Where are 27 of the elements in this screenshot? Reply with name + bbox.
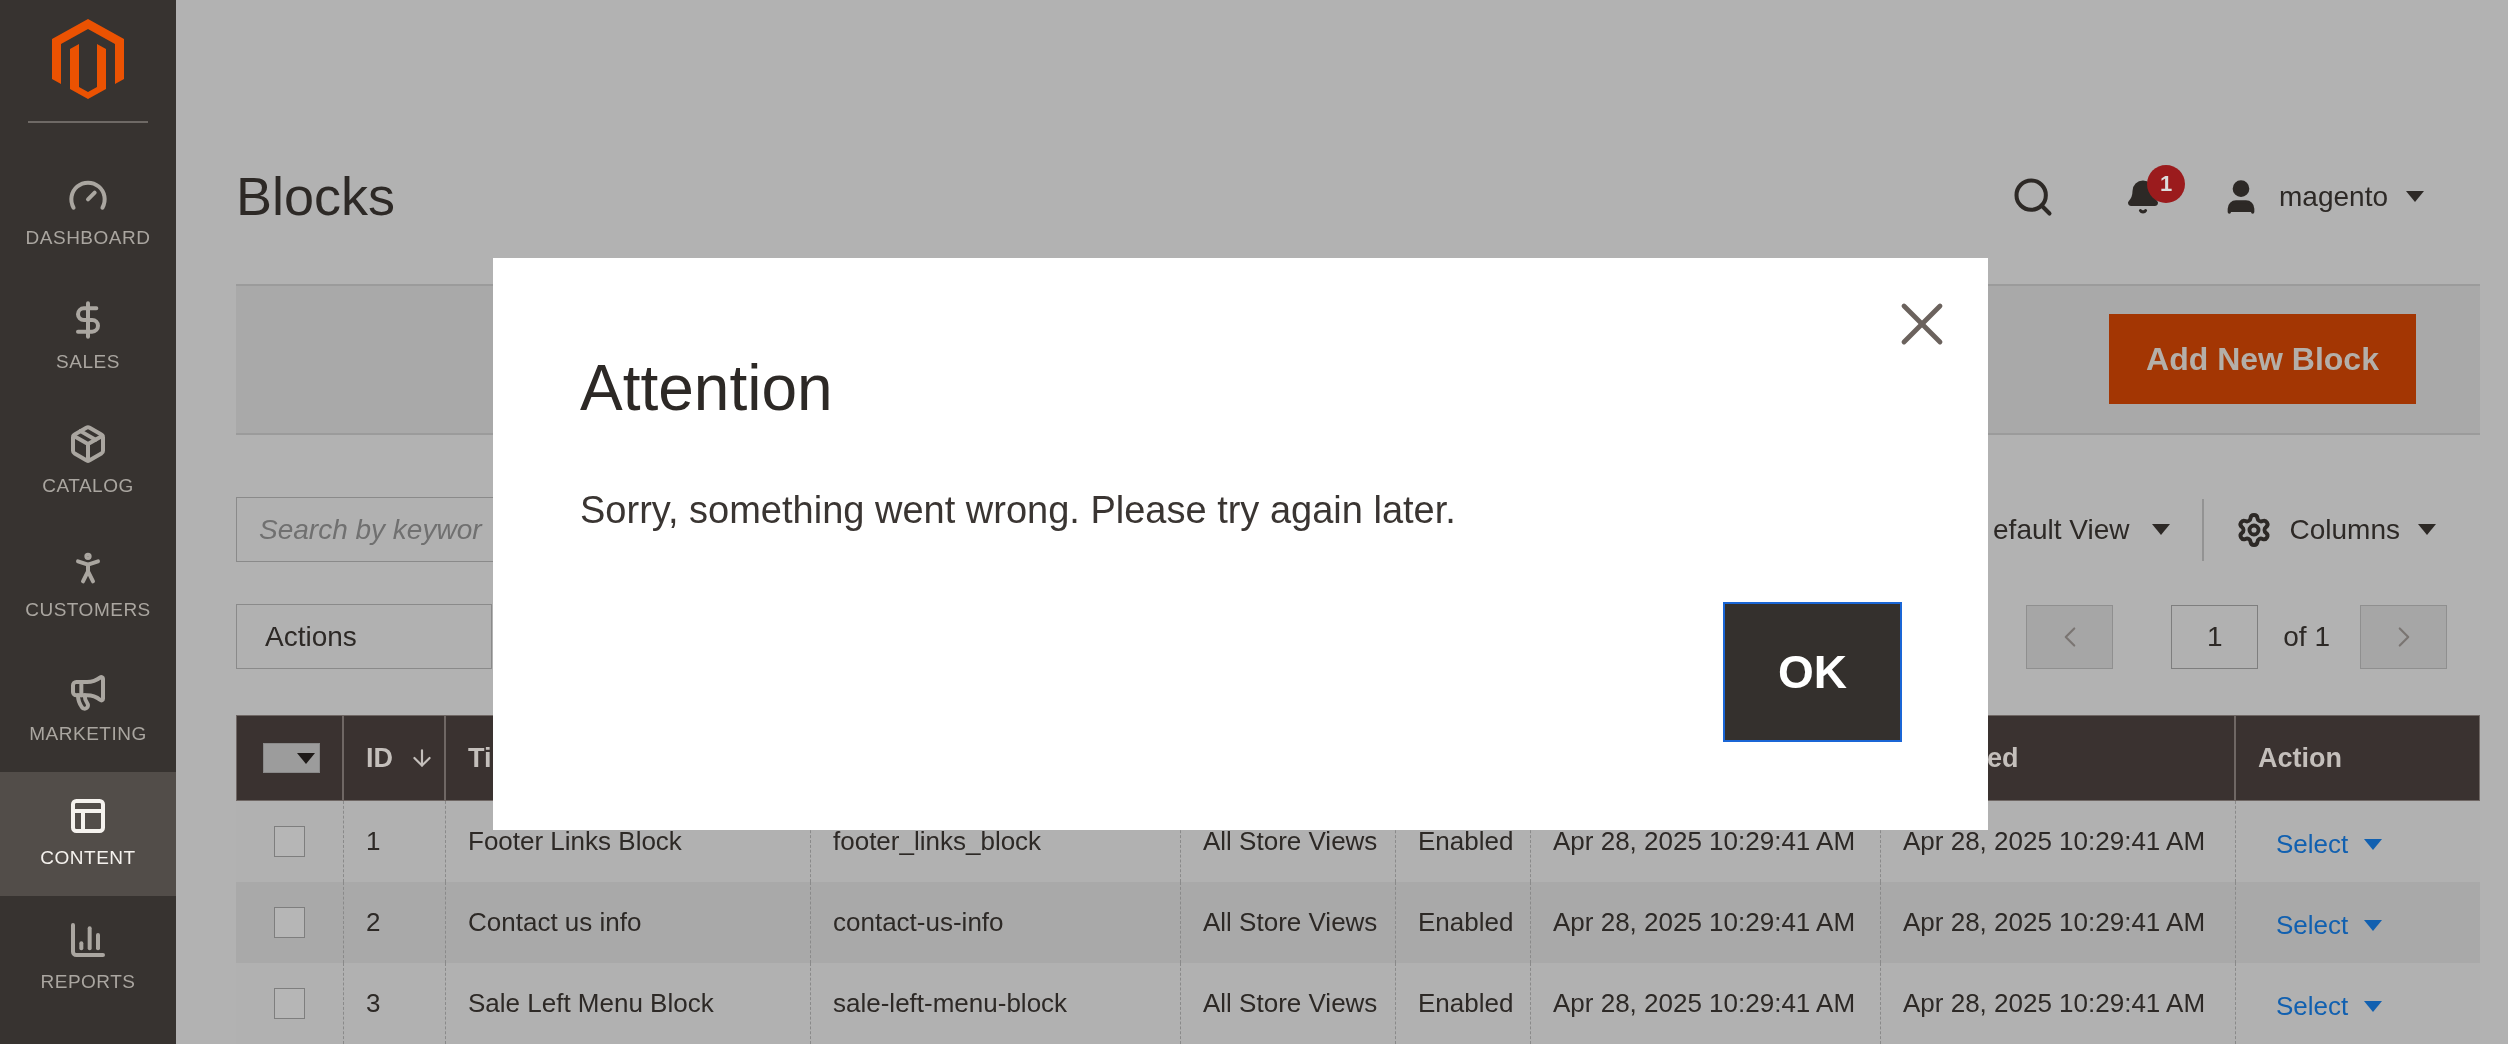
table-cell-text: Apr 28, 2025 10:29:41 AM bbox=[1553, 825, 1856, 858]
table-cell-text: Enabled bbox=[1418, 906, 1514, 939]
table-cell-text: All Store Views bbox=[1203, 987, 1378, 1020]
table-cell-text: All Store Views bbox=[1203, 825, 1378, 858]
table-cell-text: Apr 28, 2025 10:29:41 AM bbox=[1553, 987, 1856, 1020]
table-cell-text: contact-us-info bbox=[833, 906, 1004, 939]
table-cell-text: Enabled bbox=[1418, 987, 1514, 1020]
table-cell-text: Apr 28, 2025 10:29:41 AM bbox=[1903, 906, 2206, 939]
table-cell-text: Enabled bbox=[1418, 825, 1514, 858]
table-cell-text: sale-left-menu-block bbox=[833, 987, 1068, 1020]
table-cell-text: Footer Links Block bbox=[468, 825, 682, 858]
notification-count: 1 bbox=[2147, 164, 2186, 203]
table-cell-text: Apr 28, 2025 10:29:41 AM bbox=[1553, 906, 1856, 939]
modal-title: Attention bbox=[580, 356, 834, 420]
page-total: of 1 bbox=[2283, 619, 2330, 654]
table-cell-text: 3 bbox=[366, 987, 381, 1020]
table-cell-text: 1 bbox=[366, 825, 381, 858]
table-cell-text: Contact us info bbox=[468, 906, 642, 939]
table-cell-text: Apr 28, 2025 10:29:41 AM bbox=[1903, 825, 2206, 858]
action-column-header: Action bbox=[2258, 741, 2342, 775]
table-cell-text: All Store Views bbox=[1203, 906, 1378, 939]
table-cell-text: footer_links_block bbox=[833, 825, 1042, 858]
page-title: Blocks bbox=[236, 165, 396, 229]
table-cell-text: 2 bbox=[366, 906, 381, 939]
table-cell-text: Apr 28, 2025 10:29:41 AM bbox=[1903, 987, 2206, 1020]
table-cell-text: Sale Left Menu Block bbox=[468, 987, 714, 1020]
modal-message: Sorry, something went wrong. Please try again later. bbox=[580, 488, 1457, 533]
